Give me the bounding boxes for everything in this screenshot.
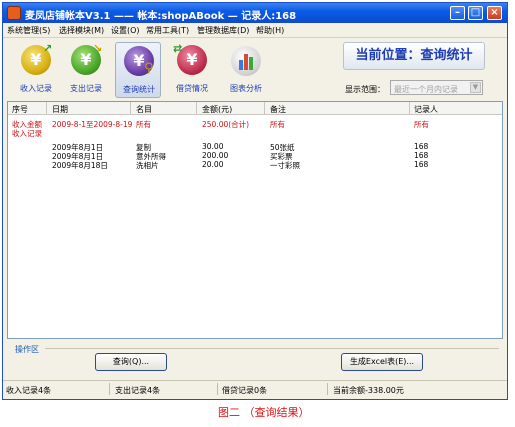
menu-system[interactable]: 系统管理(S)	[7, 25, 50, 36]
generate-excel-button[interactable]: 生成Excel表(E)...	[341, 353, 423, 371]
header-category[interactable]: 名目	[136, 104, 152, 115]
magnifier-icon: ⚲	[144, 61, 154, 76]
table-row[interactable]: 2009年8月1日 复制 30.00 50张纸 168	[8, 142, 502, 152]
header-amount[interactable]: 金额(元)	[202, 104, 232, 115]
chevron-down-icon[interactable]: ▼	[470, 82, 481, 93]
results-grid[interactable]: 序号 日期 名目 金额(元) 备注 记录人 收入金额 2009-8-1至2009…	[7, 101, 503, 339]
header-note[interactable]: 备注	[270, 104, 286, 115]
query-stats-tool[interactable]: ¥ ⚲ 查询统计	[115, 42, 161, 98]
toolbar: ¥ ↗ 收入记录 ¥ ↘ 支出记录 ¥ ⚲ 查询统计 ¥ ⇄ 借贷情况 图表分析	[3, 38, 507, 101]
loan-status-label: 借贷情况	[176, 84, 208, 93]
row-recorder: 168	[414, 142, 429, 151]
maximize-button[interactable]: □	[468, 6, 483, 20]
income-record-label: 收入记录	[20, 84, 52, 93]
scope-select-value: 最近一个月内记录	[394, 85, 458, 94]
status-expense: 支出记录4条	[115, 386, 161, 395]
menu-module[interactable]: 选择模块(M)	[59, 25, 104, 36]
grid-header: 序号 日期 名目 金额(元) 备注 记录人	[8, 102, 502, 115]
menu-settings[interactable]: 设置(O)	[111, 25, 140, 36]
section-label: 收入记录	[12, 129, 42, 138]
table-row[interactable]: 2009年8月1日 意外所得 200.00 买彩票 168	[8, 151, 502, 161]
header-recorder[interactable]: 记录人	[414, 104, 438, 115]
row-recorder: 168	[414, 160, 429, 169]
chart-analysis-label: 图表分析	[230, 84, 262, 93]
close-button[interactable]: ×	[487, 6, 502, 20]
header-date[interactable]: 日期	[52, 104, 68, 115]
row-recorder: 168	[414, 151, 429, 160]
menu-help[interactable]: 帮助(H)	[256, 25, 284, 36]
table-row[interactable]: 2009年8月18日 洗相片 20.00 一寸彩照 168	[8, 160, 502, 170]
chart-analysis-tool[interactable]: 图表分析	[223, 42, 269, 98]
operation-area-divider	[45, 348, 499, 349]
figure-caption: 图二 （查询结果）	[218, 406, 310, 419]
menu-database[interactable]: 管理数据库(D)	[197, 25, 249, 36]
income-record-tool[interactable]: ¥ ↗ 收入记录	[13, 42, 59, 98]
app-icon	[7, 6, 21, 20]
row-category: 洗相片	[136, 161, 159, 170]
menu-bar: 系统管理(S) 选择模块(M) 设置(O) 常用工具(T) 管理数据库(D) 帮…	[3, 23, 507, 38]
expense-record-label: 支出记录	[70, 84, 102, 93]
summary-row[interactable]: 收入金额 2009-8-1至2009-8-19 所有 250.00(合计) 所有…	[8, 119, 502, 129]
current-location: 当前位置：查询统计	[343, 42, 485, 70]
scope-label: 显示范围：	[345, 85, 385, 94]
scope-select[interactable]: 最近一个月内记录 ▼	[390, 80, 483, 95]
query-button[interactable]: 查询(Q)...	[95, 353, 167, 371]
bar-chart-icon	[231, 46, 261, 76]
header-index[interactable]: 序号	[12, 104, 28, 115]
status-loan: 借贷记录0条	[222, 386, 268, 395]
exchange-arrow-icon: ⇄	[173, 42, 183, 55]
loan-status-tool[interactable]: ¥ ⇄ 借贷情况	[169, 42, 215, 98]
title-bar[interactable]: 麦凤店铺帐本V3.1 —— 帐本:shopABook — 记录人:168 – □…	[3, 3, 507, 23]
menu-tools[interactable]: 常用工具(T)	[146, 25, 189, 36]
minimize-button[interactable]: –	[450, 6, 465, 20]
status-balance: 当前余额-338.00元	[333, 386, 404, 395]
status-bar: 收入记录4条 支出记录4条 借贷记录0条 当前余额-338.00元	[3, 380, 507, 396]
row-note: 一寸彩照	[270, 161, 300, 170]
row-amount: 200.00	[202, 151, 229, 160]
arrow-down-icon: ↘	[93, 42, 103, 55]
window-title: 麦凤店铺帐本V3.1 —— 帐本:shopABook — 记录人:168	[25, 11, 297, 22]
query-stats-label: 查询统计	[123, 85, 155, 94]
section-row: 收入记录	[8, 128, 502, 138]
operation-area-label: 操作区	[15, 345, 39, 354]
expense-record-tool[interactable]: ¥ ↘ 支出记录	[63, 42, 109, 98]
row-amount: 30.00	[202, 142, 224, 151]
status-income: 收入记录4条	[6, 386, 52, 395]
row-date: 2009年8月18日	[52, 161, 108, 170]
app-window: 麦凤店铺帐本V3.1 —— 帐本:shopABook — 记录人:168 – □…	[2, 2, 508, 400]
row-amount: 20.00	[202, 160, 224, 169]
arrow-up-icon: ↗	[43, 42, 53, 55]
